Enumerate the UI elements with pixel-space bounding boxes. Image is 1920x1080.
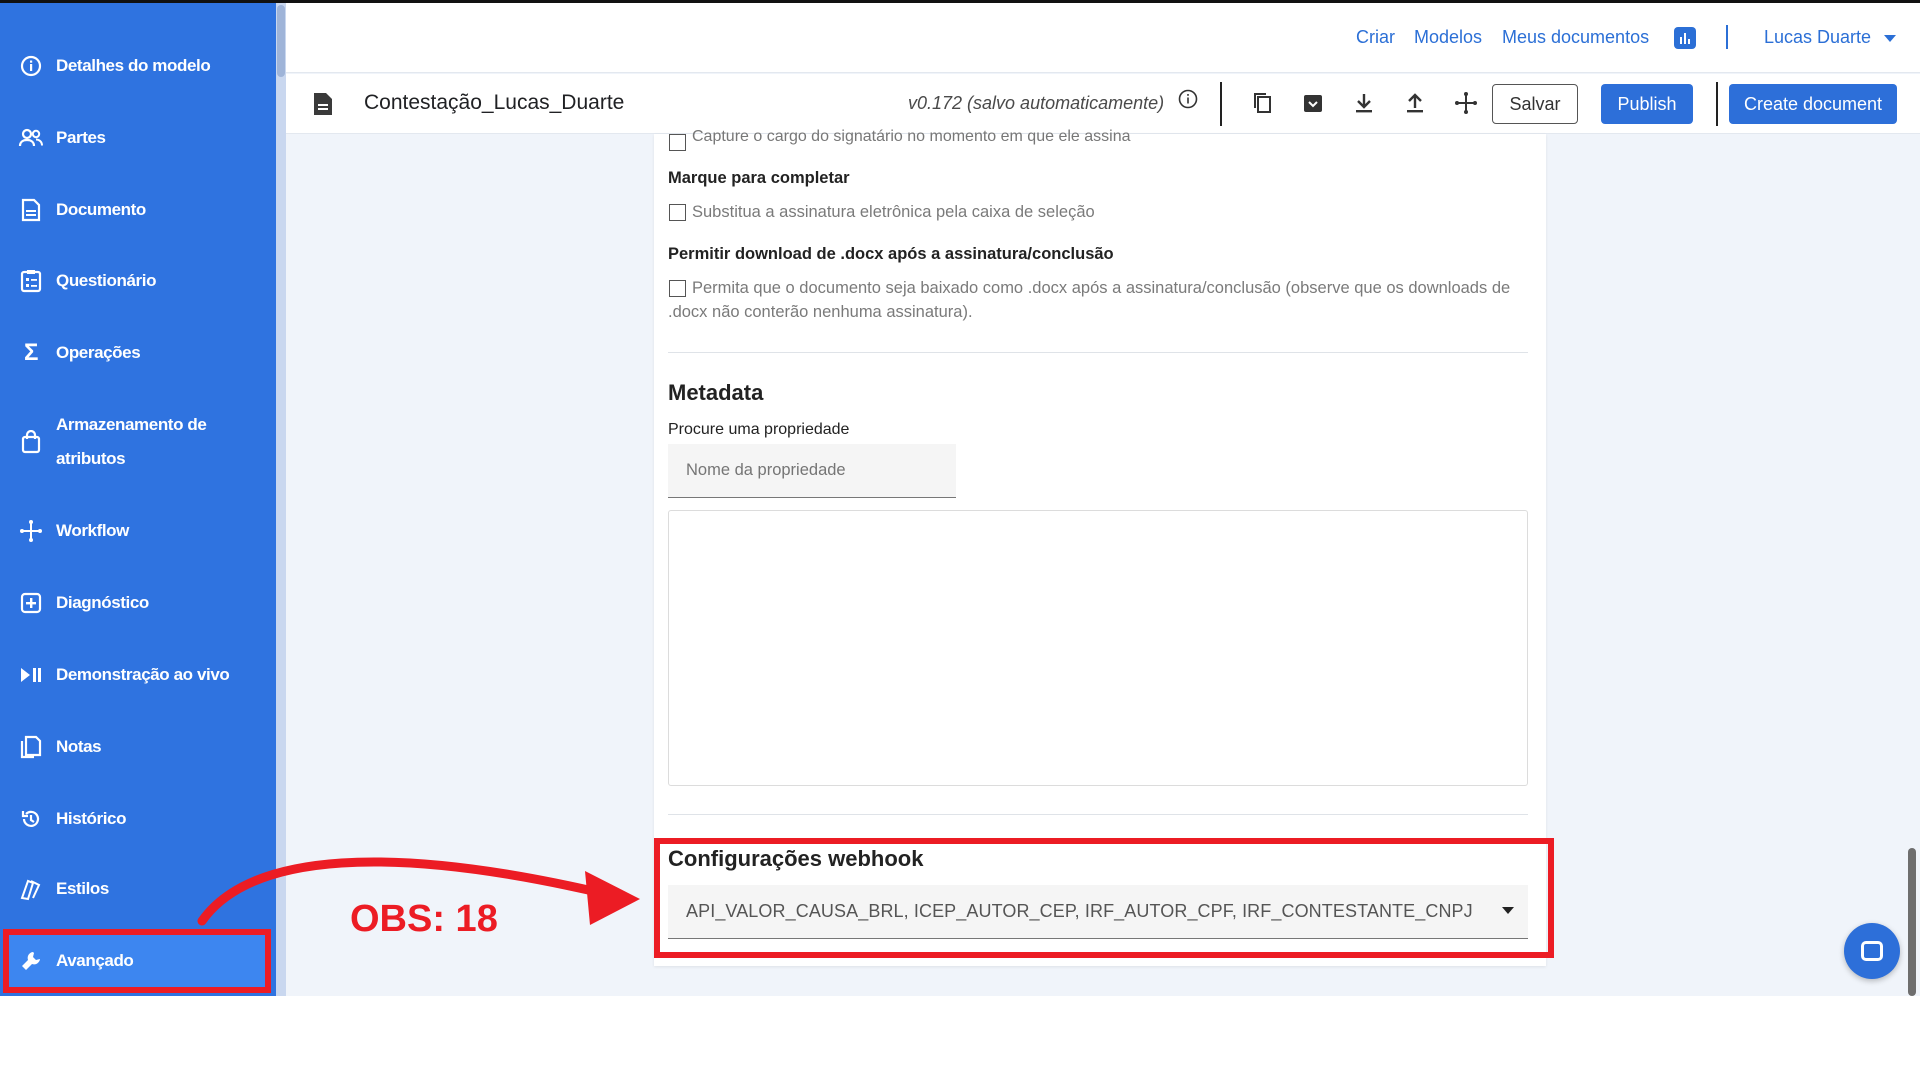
plus-box-icon xyxy=(18,590,44,616)
report-icon[interactable] xyxy=(1674,27,1696,49)
sidebar-item-label: Questionário xyxy=(56,271,157,290)
sidebar-item-notas[interactable]: Notas xyxy=(18,734,268,760)
sidebar-item-label: Detalhes do modelo xyxy=(56,56,211,75)
sidebar-item-label: Demonstração ao vivo xyxy=(56,665,230,684)
capture-title-label: Capture o cargo do signatário no momento… xyxy=(692,128,1131,145)
workflow-icon xyxy=(18,518,44,544)
sidebar-item-label: Notas xyxy=(56,737,102,756)
bag-icon xyxy=(18,429,44,455)
sidebar-item-questionario[interactable]: Questionário xyxy=(18,268,268,294)
metadata-list-area xyxy=(668,510,1528,786)
people-icon xyxy=(18,125,44,151)
sidebar-item-label: Avançado xyxy=(56,951,134,970)
section-label-complete: Marque para completar xyxy=(668,169,850,187)
nav-link-criar[interactable]: Criar xyxy=(1356,27,1395,48)
version-status: v0.172 (salvo automaticamente) xyxy=(908,93,1165,113)
chat-button[interactable] xyxy=(1844,923,1900,979)
info-icon xyxy=(18,53,44,79)
toolbar-divider xyxy=(1716,82,1718,126)
copy-icon[interactable] xyxy=(1247,88,1277,118)
metadata-heading: Metadata xyxy=(668,380,764,405)
sidebar-scrollbar-thumb[interactable] xyxy=(277,5,285,77)
user-name: Lucas Duarte xyxy=(1764,27,1872,47)
sidebar-item-label: Estilos xyxy=(56,879,109,898)
save-button[interactable]: Salvar xyxy=(1492,84,1578,124)
play-pause-icon xyxy=(18,662,44,688)
sigma-icon: Σ xyxy=(23,339,38,366)
chevron-down-icon xyxy=(1884,34,1897,42)
document-icon xyxy=(312,92,334,116)
metadata-search-label: Procure uma propriedade xyxy=(668,421,850,438)
toolbar-divider xyxy=(1220,82,1222,126)
app-window: Detalhes do modelo Partes Documento Ques… xyxy=(0,0,1920,996)
capture-title-checkbox[interactable] xyxy=(669,134,686,151)
publish-button[interactable]: Publish xyxy=(1601,84,1693,124)
sidebar-item-workflow[interactable]: Workflow xyxy=(18,518,268,544)
sidebar-item-demonstracao[interactable]: Demonstração ao vivo xyxy=(18,662,268,688)
webhook-select[interactable]: API_VALOR_CAUSA_BRL, ICEP_AUTOR_CEP, IRF… xyxy=(668,885,1528,939)
page-scrollbar-thumb[interactable] xyxy=(1908,848,1916,996)
wrench-icon xyxy=(18,948,44,974)
sidebar-item-label: Partes xyxy=(56,128,106,147)
history-icon xyxy=(18,806,44,832)
sidebar-item-detalhes[interactable]: Detalhes do modelo xyxy=(18,53,268,79)
sidebar-item-armazenamento[interactable]: Armazenamento de atributos xyxy=(18,408,268,476)
workflow-icon[interactable] xyxy=(1451,88,1481,118)
document-icon xyxy=(18,197,44,223)
webhook-selected-value: API_VALOR_CAUSA_BRL, ICEP_AUTOR_CEP, IRF… xyxy=(686,901,1473,921)
nav-link-meus-documentos[interactable]: Meus documentos xyxy=(1502,27,1649,48)
clipboard-icon xyxy=(18,268,44,294)
sidebar-item-label: Operações xyxy=(56,343,141,362)
sidebar-item-label: Armazenamento de xyxy=(56,415,207,434)
sidebar-item-label: Diagnóstico xyxy=(56,593,149,612)
document-toolbar: Contestação_Lucas_Duarte v0.172 (salvo a… xyxy=(286,74,1920,134)
sidebar-item-label: Documento xyxy=(56,200,146,219)
create-document-button[interactable]: Create document xyxy=(1729,84,1897,124)
property-search-input[interactable] xyxy=(668,444,956,498)
sidebar-item-historico[interactable]: Histórico xyxy=(18,806,268,832)
notes-icon xyxy=(18,734,44,760)
allow-docx-download-label: Permita que o documento seja baixado com… xyxy=(692,276,1522,300)
allow-docx-download-line1: Permita que o documento seja baixado com… xyxy=(692,279,1511,297)
webhook-heading: Configurações webhook xyxy=(668,846,924,871)
user-menu[interactable]: Lucas Duarte xyxy=(1764,27,1897,48)
sidebar-item-label: Workflow xyxy=(56,521,129,540)
divider xyxy=(668,814,1528,815)
top-navigation: Criar Modelos Meus documentos Lucas Duar… xyxy=(286,3,1920,73)
sidebar-item-avancado[interactable]: Avançado xyxy=(18,948,268,974)
info-icon[interactable] xyxy=(1178,89,1198,115)
sidebar-item-documento[interactable]: Documento xyxy=(18,197,268,223)
annotation-label: OBS: 18 xyxy=(350,898,498,940)
section-label-download: Permitir download de .docx após a assina… xyxy=(668,245,1114,263)
nav-link-modelos[interactable]: Modelos xyxy=(1414,27,1482,48)
sidebar-item-label: Histórico xyxy=(56,809,127,828)
replace-signature-checkbox[interactable] xyxy=(669,204,686,221)
replace-signature-label: Substitua a assinatura eletrônica pela c… xyxy=(692,203,1095,221)
sidebar-item-operacoes[interactable]: Σ Operações xyxy=(18,339,268,366)
allow-docx-download-checkbox[interactable] xyxy=(669,280,686,297)
nav-divider xyxy=(1726,25,1728,49)
styles-icon xyxy=(18,876,44,902)
sidebar-item-diagnostico[interactable]: Diagnóstico xyxy=(18,590,268,616)
sidebar-item-label-line2: atributos xyxy=(56,449,126,468)
sidebar-item-partes[interactable]: Partes xyxy=(18,125,268,151)
upload-icon[interactable] xyxy=(1400,88,1430,118)
settings-panel: Capture o cargo do signatário no momento… xyxy=(654,128,1554,966)
download-icon[interactable] xyxy=(1349,88,1379,118)
archive-icon[interactable] xyxy=(1298,88,1328,118)
document-title[interactable]: Contestação_Lucas_Duarte xyxy=(364,91,624,115)
caret-down-icon xyxy=(1502,907,1514,914)
chat-icon xyxy=(1861,941,1883,961)
allow-docx-download-line2: .docx não conterão nenhuma assinatura). xyxy=(668,303,973,321)
divider xyxy=(668,352,1528,353)
